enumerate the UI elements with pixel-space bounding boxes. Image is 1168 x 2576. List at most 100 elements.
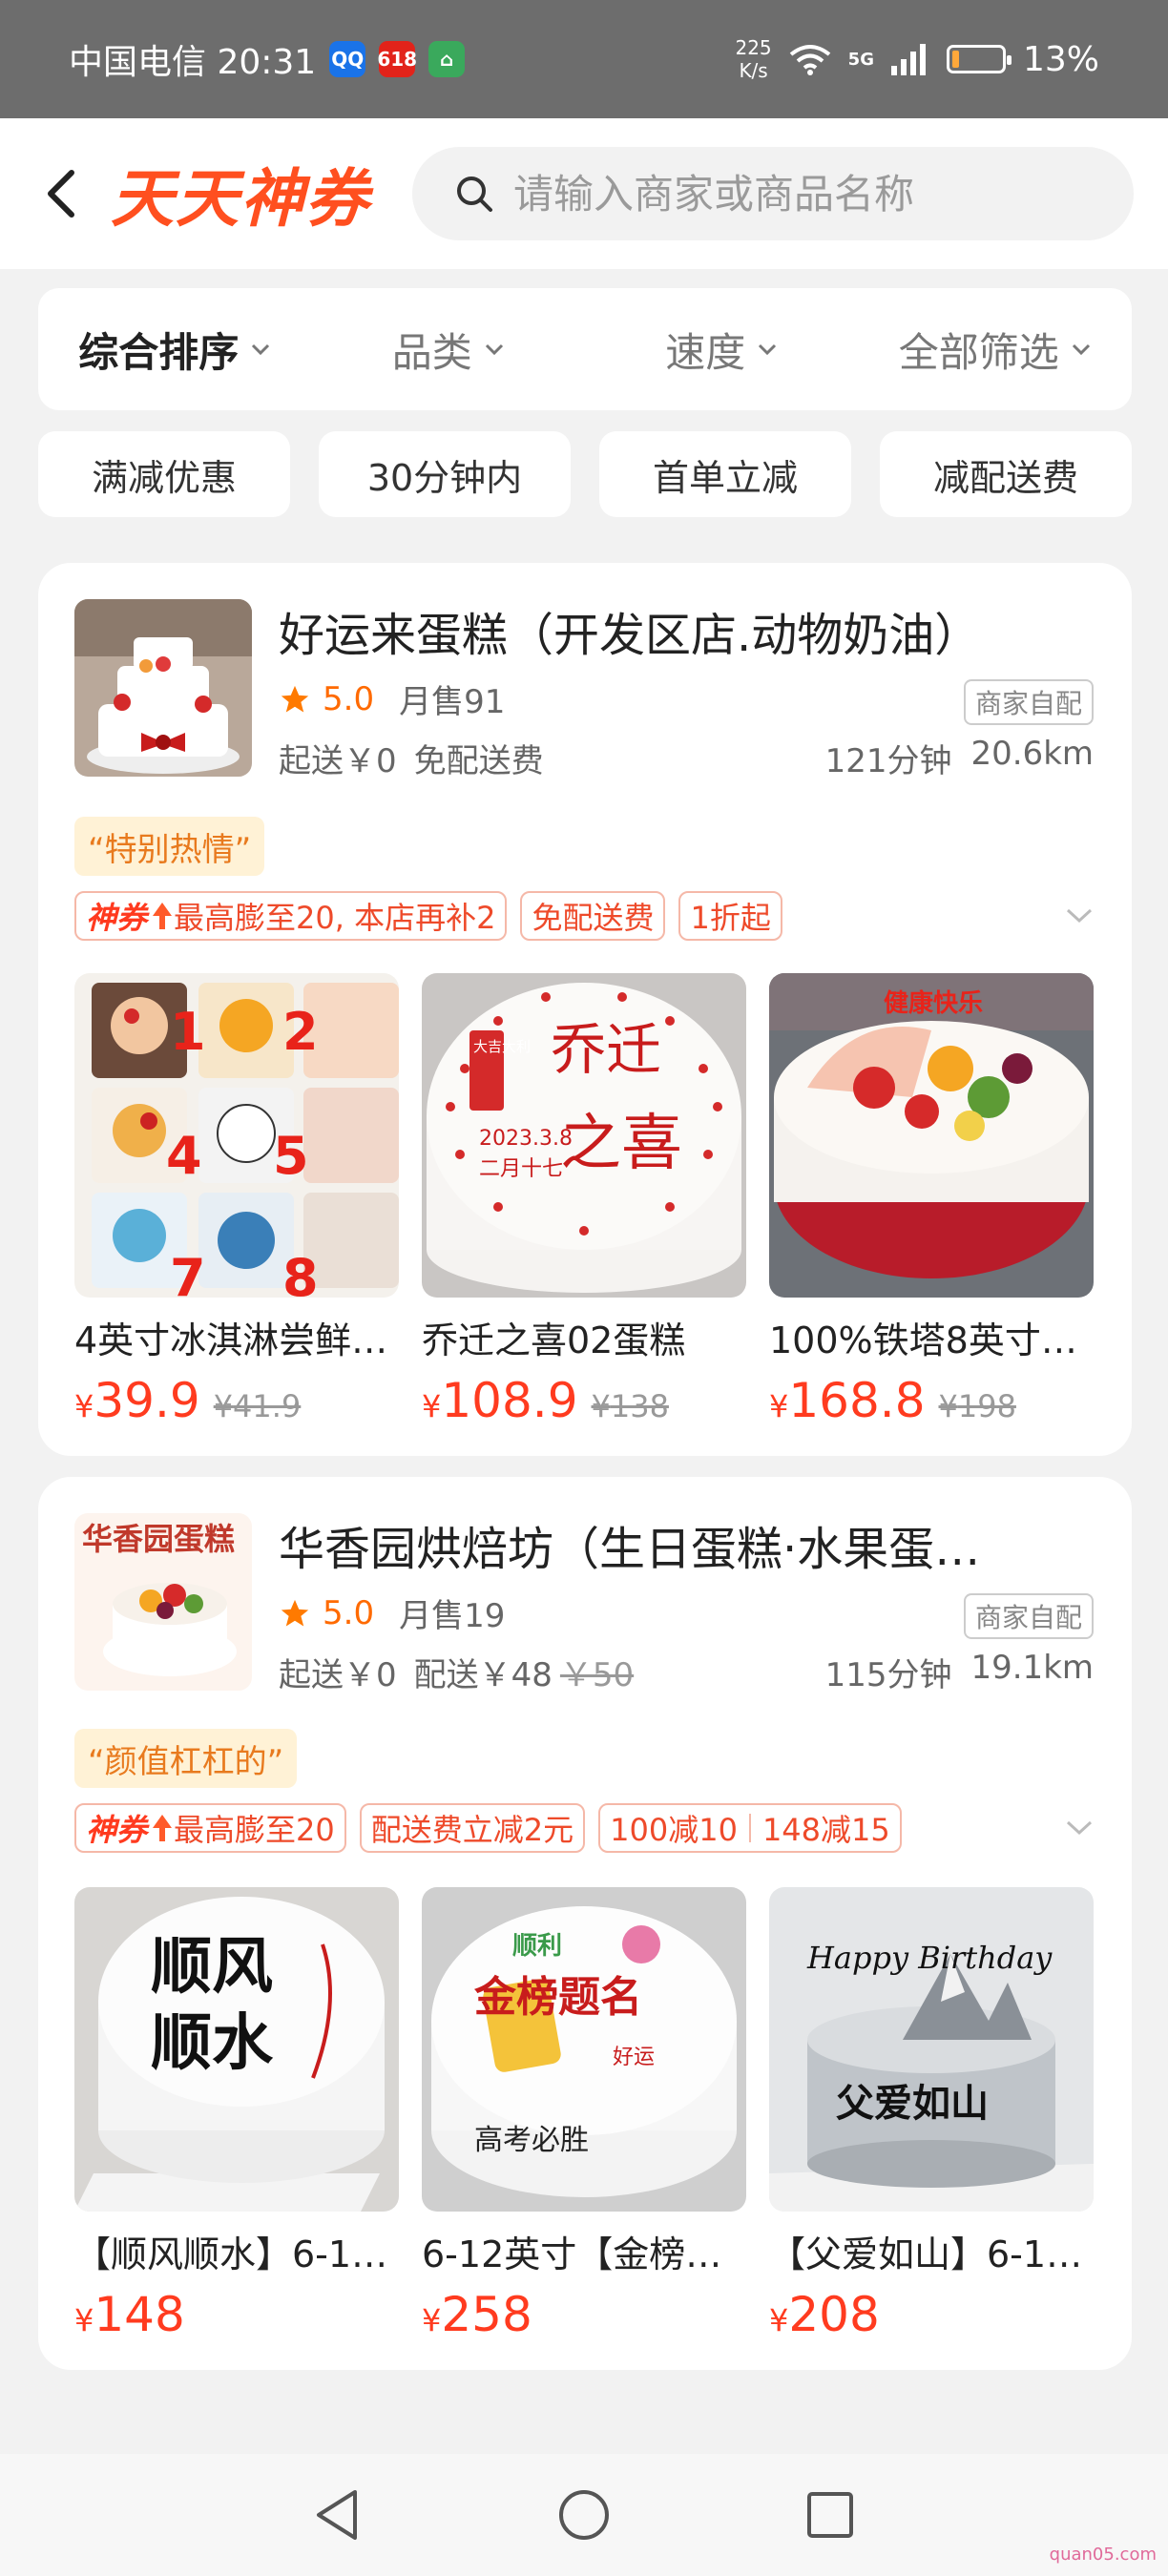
rating-row: 5.0 月售19 <box>279 1589 505 1636</box>
net-speed-unit: K/s <box>739 59 768 82</box>
filter-chip-30min[interactable]: 30分钟内 <box>319 431 571 517</box>
price-row: ¥148 <box>74 2287 399 2342</box>
search-icon <box>457 177 492 212</box>
tiantian-shenquan-logo: 天天神券 <box>111 162 370 236</box>
original-price-value: 41.9 <box>233 1388 302 1424</box>
delivery-discount-tag: 配送费立减2元 <box>359 1803 586 1853</box>
currency-symbol: ¥ <box>769 2302 789 2338</box>
review-tag: “颜值杠杠的” <box>74 1729 298 1788</box>
distance: 20.6km <box>970 735 1094 773</box>
discount-tag: 1折起 <box>678 891 782 941</box>
nav-back-icon[interactable] <box>311 2486 365 2544</box>
product-name: 6-12英寸【金榜… <box>422 2233 722 2275</box>
star-icon <box>281 685 309 712</box>
sort-tab-category[interactable]: 品类 <box>312 321 586 379</box>
expand-promos-button[interactable] <box>1065 1819 1094 1837</box>
product-item[interactable]: 顺风 顺水 【顺风顺水】6-1… ¥148 <box>74 1887 399 2342</box>
delivery-fee: 免配送费 <box>413 742 544 780</box>
product-image: Happy Birthday 父爱如山 <box>769 1887 1094 2212</box>
signal-icon <box>890 44 926 75</box>
shenquan-label: 神券 <box>86 1812 148 1848</box>
sort-tab-label: 速度 <box>665 328 746 376</box>
cake-text-fuai: 父爱如山 <box>836 2081 989 2126</box>
product-price: ¥108.9 <box>422 1373 578 1428</box>
product-name: 4英寸冰淇淋尝鲜… <box>74 1319 388 1361</box>
cake-text-shunfeng: 顺风 <box>151 1931 273 2003</box>
product-price: ¥258 <box>422 2287 532 2342</box>
shop-logo-text: 华香园蛋糕 <box>82 1521 235 1557</box>
shop-card[interactable]: 华香园蛋糕 华香园烘焙坊（生日蛋糕·水果蛋… 5.0 月售19 商家自配 起送￥… <box>38 1477 1132 2370</box>
distance-row: 121分钟 20.6km <box>825 735 1094 781</box>
original-price: ¥198 <box>939 1388 1016 1424</box>
shenquan-coupon-tag: 神券 最高膨至20 <box>74 1803 346 1853</box>
review-tag: “特别热情” <box>74 817 265 876</box>
currency-symbol: ¥ <box>422 2302 442 2338</box>
price-row: ¥39.9 ¥41.9 <box>74 1373 399 1428</box>
product-image: 1 2 4 5 7 8 <box>74 973 399 1298</box>
currency-symbol: ¥ <box>938 1388 958 1424</box>
product-list: 1 2 4 5 7 8 4英寸冰淇淋尝鲜… ¥39.9 ¥41.9 大吉大利 乔… <box>74 973 1094 1428</box>
svg-text:5: 5 <box>273 1126 309 1186</box>
cake-text-happy-birthday: Happy Birthday <box>806 1940 1053 1976</box>
shenquan-label: 神券 <box>86 900 148 936</box>
price-row: ¥208 <box>769 2287 1094 2342</box>
svg-text:1: 1 <box>170 1002 206 1062</box>
nav-home-icon[interactable] <box>555 2486 613 2544</box>
shop-card[interactable]: 好运来蛋糕（开发区店.动物奶油） 5.0 月售91 商家自配 起送￥0 免配送费… <box>38 563 1132 1456</box>
full-reduction-tag: 100减10 148减15 <box>598 1803 902 1853</box>
battery-icon <box>946 45 1012 73</box>
sort-tab-all-filters[interactable]: 全部筛选 <box>859 321 1133 379</box>
filter-chip-delivery-fee[interactable]: 减配送费 <box>880 431 1132 517</box>
filter-chip-discount[interactable]: 满减优惠 <box>38 431 290 517</box>
divider <box>748 1814 751 1842</box>
product-name: 乔迁之喜02蛋糕 <box>422 1319 686 1361</box>
product-item[interactable]: Happy Birthday 父爱如山 【父爱如山】6-1… ¥208 <box>769 1887 1094 2342</box>
chevron-down-icon <box>1066 1820 1093 1836</box>
nav-recents-icon[interactable] <box>803 2488 857 2542</box>
cake-text-health: 健康快乐 <box>884 988 983 1018</box>
product-list: 顺风 顺水 【顺风顺水】6-1… ¥148 顺利 金榜题名 好运 高考必胜 6-… <box>74 1887 1094 2342</box>
expand-promos-button[interactable] <box>1065 907 1094 924</box>
svg-text:7: 7 <box>170 1248 206 1298</box>
product-price: ¥168.8 <box>769 1373 926 1428</box>
product-item[interactable]: 1 2 4 5 7 8 4英寸冰淇淋尝鲜… ¥39.9 ¥41.9 <box>74 973 399 1428</box>
search-box[interactable] <box>412 147 1134 240</box>
back-button[interactable] <box>19 146 105 241</box>
product-item[interactable]: 顺利 金榜题名 好运 高考必胜 6-12英寸【金榜… ¥258 <box>422 1887 746 2342</box>
net-speed: 225 K/s <box>735 36 771 82</box>
fee-row: 起送￥0 配送￥48 ￥50 <box>279 1649 634 1695</box>
shop-logo <box>74 599 252 777</box>
system-nav-bar <box>0 2454 1168 2576</box>
product-price: ¥208 <box>769 2287 880 2342</box>
product-item[interactable]: 健康快乐 100%铁塔8英寸… ¥168.8 ¥198 <box>769 973 1094 1428</box>
original-price-value: 198 <box>957 1388 1016 1424</box>
delivery-fee: 配送￥48 <box>413 1656 553 1694</box>
product-name: 100%铁塔8英寸… <box>769 1319 1077 1361</box>
price-value: 208 <box>788 2287 880 2342</box>
product-item[interactable]: 大吉大利 乔迁 2023.3.8 二月十七 之喜 乔迁之喜02蛋糕 ¥108.9… <box>422 973 746 1428</box>
carrier-time: 中国电信 20:31 <box>69 43 317 82</box>
svg-text:8: 8 <box>282 1248 319 1298</box>
shop-name[interactable]: 好运来蛋糕（开发区店.动物奶油） <box>279 597 1099 664</box>
shop-logo: 华香园蛋糕 <box>74 1513 252 1691</box>
monthly-sales: 月售19 <box>399 1597 506 1635</box>
product-image: 顺风 顺水 <box>74 1887 399 2212</box>
cake-text-date: 2023.3.8 <box>479 1127 573 1151</box>
battery-percent: 13% <box>1022 39 1099 79</box>
currency-symbol: ¥ <box>213 1388 234 1424</box>
reduction-100: 100减10 <box>610 1812 738 1848</box>
chevron-down-icon <box>1066 908 1093 924</box>
original-price: ¥41.9 <box>214 1388 302 1424</box>
sort-bar: 综合排序 品类 速度 全部筛选 <box>38 288 1132 410</box>
coupon-text: 最高膨至20, 本店再补2 <box>174 900 496 936</box>
chevron-down-icon <box>252 343 270 356</box>
price-value: 39.9 <box>94 1373 200 1428</box>
sort-tab-comprehensive[interactable]: 综合排序 <box>38 321 312 379</box>
top-bar: 天天神券 <box>0 118 1168 269</box>
promo-row: 神券 最高膨至20 配送费立减2元 100减10 148减15 <box>74 1803 1094 1853</box>
search-input[interactable] <box>513 170 1086 218</box>
sort-tab-speed[interactable]: 速度 <box>585 321 859 379</box>
price-row: ¥258 <box>422 2287 746 2342</box>
shop-name[interactable]: 华香园烘焙坊（生日蛋糕·水果蛋… <box>279 1511 1099 1578</box>
filter-chip-first-order[interactable]: 首单立减 <box>599 431 851 517</box>
